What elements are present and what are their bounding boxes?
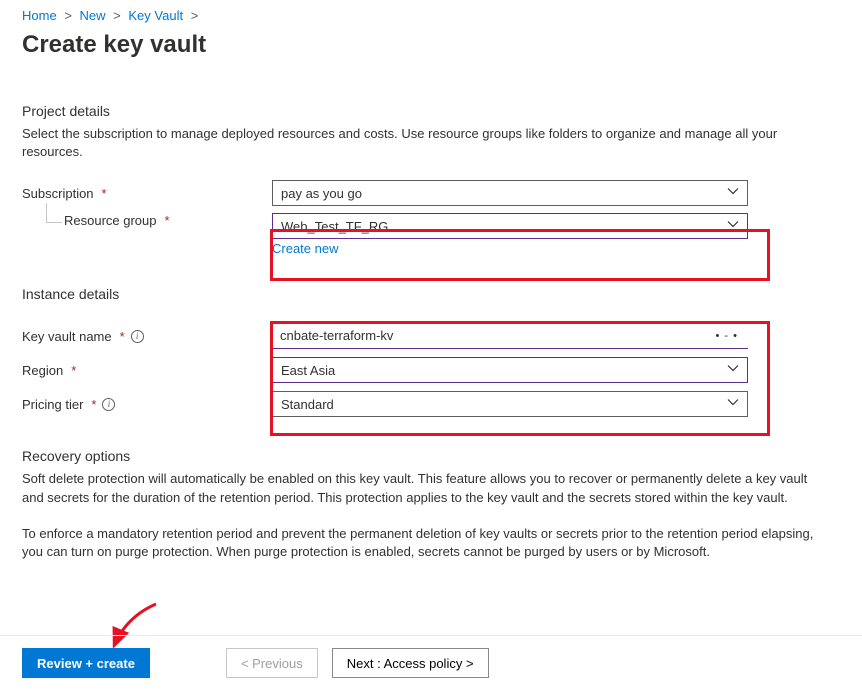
subscription-value: pay as you go [281, 186, 362, 201]
pricing-tier-label: Pricing tier* i [22, 397, 272, 412]
breadcrumb-separator: > [191, 8, 199, 23]
next-button[interactable]: Next : Access policy > [332, 648, 489, 678]
project-details-desc: Select the subscription to manage deploy… [22, 125, 832, 161]
chevron-down-icon [727, 219, 739, 234]
info-icon[interactable]: i [131, 330, 144, 343]
project-details-heading: Project details [22, 103, 840, 119]
chevron-down-icon [727, 186, 739, 201]
resource-group-value: Web_Test_TF_RG [281, 219, 388, 234]
pricing-tier-value: Standard [281, 397, 334, 412]
validation-icon: • - • [716, 330, 738, 342]
recovery-desc-1: Soft delete protection will automaticall… [22, 470, 832, 506]
subscription-label: Subscription* [22, 186, 272, 201]
region-value: East Asia [281, 363, 335, 378]
breadcrumb-separator: > [64, 8, 72, 23]
keyvault-name-value: cnbate-terraform-kv [280, 328, 393, 343]
instance-details-heading: Instance details [22, 286, 840, 302]
review-create-button[interactable]: Review + create [22, 648, 150, 678]
recovery-desc-2: To enforce a mandatory retention period … [22, 525, 832, 561]
resource-group-select[interactable]: Web_Test_TF_RG [272, 213, 748, 239]
subscription-select[interactable]: pay as you go [272, 180, 748, 206]
keyvault-name-label: Key vault name* i [22, 329, 272, 344]
chevron-down-icon [727, 397, 739, 412]
resource-group-label: Resource group* [22, 213, 272, 228]
wizard-footer: Review + create < Previous Next : Access… [0, 635, 862, 678]
pricing-tier-select[interactable]: Standard [272, 391, 748, 417]
region-label: Region* [22, 363, 272, 378]
breadcrumb-home[interactable]: Home [22, 8, 57, 23]
create-new-link[interactable]: Create new [272, 241, 338, 256]
previous-button[interactable]: < Previous [226, 648, 318, 678]
page-title: Create key vault [0, 27, 862, 59]
region-select[interactable]: East Asia [272, 357, 748, 383]
recovery-options-heading: Recovery options [22, 448, 840, 464]
breadcrumb: Home > New > Key Vault > [0, 0, 862, 27]
chevron-down-icon [727, 363, 739, 378]
info-icon[interactable]: i [102, 398, 115, 411]
breadcrumb-separator: > [113, 8, 121, 23]
keyvault-name-input[interactable]: cnbate-terraform-kv • - • [272, 323, 748, 349]
breadcrumb-keyvault[interactable]: Key Vault [128, 8, 183, 23]
breadcrumb-new[interactable]: New [80, 8, 106, 23]
